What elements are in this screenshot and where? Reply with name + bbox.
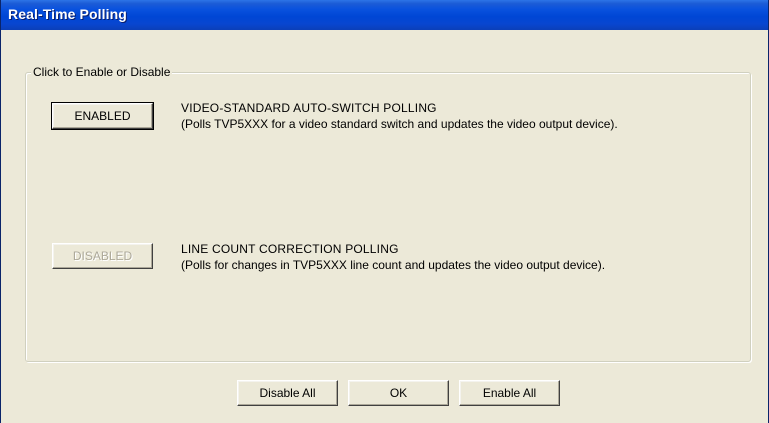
- title-bar[interactable]: Real-Time Polling: [1, 0, 768, 30]
- line-count-toggle-button[interactable]: DISABLED: [52, 243, 153, 269]
- disable-all-button[interactable]: Disable All: [237, 380, 338, 406]
- dialog-window: Real-Time Polling Click to Enable or Dis…: [0, 0, 769, 423]
- enable-all-button[interactable]: Enable All: [459, 380, 560, 406]
- video-standard-toggle-button[interactable]: ENABLED: [51, 102, 154, 130]
- groupbox-legend: Click to Enable or Disable: [31, 65, 173, 79]
- ok-button[interactable]: OK: [348, 380, 449, 406]
- line-count-poll-title: LINE COUNT CORRECTION POLLING: [181, 242, 399, 256]
- window-title: Real-Time Polling: [8, 6, 127, 22]
- video-standard-poll-description: (Polls TVP5XXX for a video standard swit…: [181, 117, 618, 131]
- video-standard-poll-title: VIDEO-STANDARD AUTO-SWITCH POLLING: [181, 101, 437, 115]
- line-count-poll-description: (Polls for changes in TVP5XXX line count…: [181, 258, 606, 272]
